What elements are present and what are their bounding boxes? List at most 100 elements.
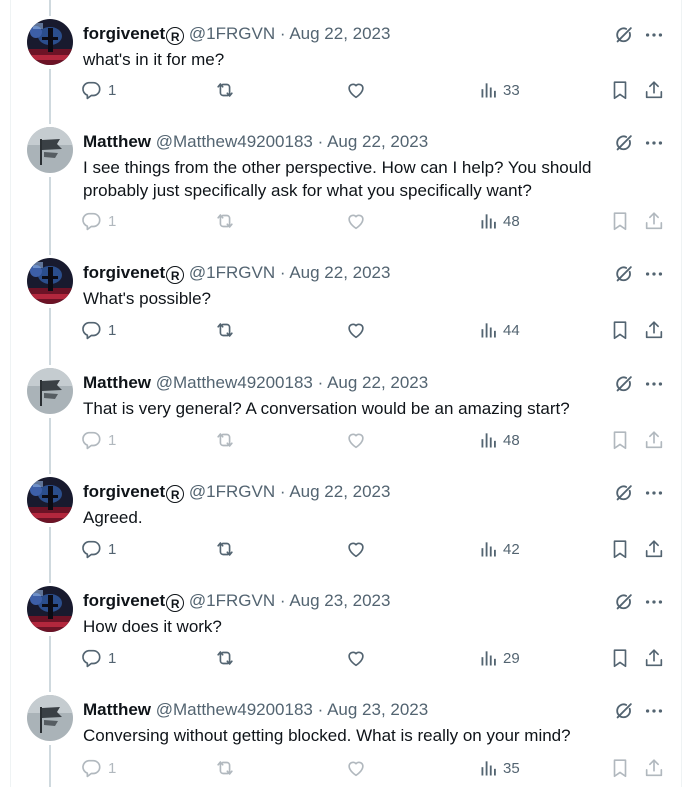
- like-button[interactable]: [345, 79, 367, 101]
- more-icon[interactable]: [643, 482, 665, 504]
- bookmark-button[interactable]: [609, 210, 631, 232]
- retweet-button[interactable]: [214, 319, 236, 341]
- tweet[interactable]: forgivenet R @1FRGVN · Aug 23, 2023 How do…: [0, 586, 684, 687]
- reply-button[interactable]: 1: [80, 538, 116, 560]
- more-icon[interactable]: [643, 263, 665, 285]
- reply-button[interactable]: 1: [80, 429, 116, 451]
- tweet-date[interactable]: · Aug 22, 2023: [318, 373, 429, 392]
- display-name[interactable]: Matthew: [83, 700, 151, 719]
- views-button[interactable]: 42: [479, 539, 520, 559]
- tweet-text: Conversing without getting blocked. What…: [83, 726, 571, 745]
- grok-icon[interactable]: [613, 24, 635, 46]
- views-button[interactable]: 35: [479, 758, 520, 778]
- display-name[interactable]: Matthew: [83, 373, 151, 392]
- user-handle[interactable]: @Matthew49200183: [156, 373, 313, 392]
- tweet-date[interactable]: · Aug 22, 2023: [318, 132, 429, 151]
- avatar[interactable]: [27, 477, 73, 523]
- reply-button[interactable]: 1: [80, 319, 116, 341]
- retweet-button[interactable]: [214, 647, 236, 669]
- user-handle[interactable]: @Matthew49200183: [156, 700, 313, 719]
- tweet-date[interactable]: · Aug 22, 2023: [280, 482, 391, 501]
- share-button[interactable]: [643, 538, 665, 560]
- like-button[interactable]: [345, 210, 367, 232]
- avatar[interactable]: [27, 586, 73, 632]
- display-name[interactable]: forgivenet: [83, 263, 165, 282]
- retweet-button[interactable]: [214, 79, 236, 101]
- like-button[interactable]: [345, 647, 367, 669]
- tweet-date[interactable]: · Aug 22, 2023: [280, 24, 391, 43]
- more-icon[interactable]: [643, 132, 665, 154]
- retweet-button[interactable]: [214, 210, 236, 232]
- share-button[interactable]: [643, 210, 665, 232]
- retweet-button[interactable]: [214, 757, 236, 779]
- display-name[interactable]: forgivenet: [83, 591, 165, 610]
- avatar[interactable]: [27, 695, 73, 741]
- tweet-date[interactable]: · Aug 22, 2023: [280, 263, 391, 282]
- bookmark-button[interactable]: [609, 319, 631, 341]
- user-handle[interactable]: @Matthew49200183: [156, 132, 313, 151]
- more-icon[interactable]: [643, 24, 665, 46]
- heart-icon: [345, 647, 367, 669]
- reply-button[interactable]: 1: [80, 647, 116, 669]
- grok-icon[interactable]: [613, 263, 635, 285]
- tweet-header: Matthew @Matthew49200183 · Aug 22, 2023: [83, 373, 428, 393]
- share-button[interactable]: [643, 647, 665, 669]
- more-icon[interactable]: [643, 591, 665, 613]
- retweet-icon: [214, 319, 236, 341]
- views-button[interactable]: 48: [479, 211, 520, 231]
- tweet[interactable]: Matthew @Matthew49200183 · Aug 22, 2023 T…: [0, 368, 684, 469]
- avatar[interactable]: [27, 19, 73, 65]
- bookmark-button[interactable]: [609, 647, 631, 669]
- tweet-text: I see things from the other perspective.…: [83, 158, 592, 200]
- tweet[interactable]: forgivenet R @1FRGVN · Aug 22, 2023 what's…: [0, 19, 684, 120]
- like-button[interactable]: [345, 757, 367, 779]
- avatar[interactable]: [27, 368, 73, 414]
- tweet-text: That is very general? A conversation wou…: [83, 399, 570, 418]
- display-name[interactable]: forgivenet: [83, 482, 165, 501]
- like-button[interactable]: [345, 319, 367, 341]
- bookmark-button[interactable]: [609, 79, 631, 101]
- tweet-text: Agreed.: [83, 508, 143, 527]
- bookmark-button[interactable]: [609, 538, 631, 560]
- views-button[interactable]: 33: [479, 80, 520, 100]
- share-button[interactable]: [643, 429, 665, 451]
- user-handle[interactable]: @1FRGVN: [189, 24, 275, 43]
- reply-button[interactable]: 1: [80, 79, 116, 101]
- share-button[interactable]: [643, 79, 665, 101]
- tweet[interactable]: Matthew @Matthew49200183 · Aug 23, 2023 C…: [0, 695, 684, 796]
- grok-icon[interactable]: [613, 373, 635, 395]
- reply-button[interactable]: 1: [80, 210, 116, 232]
- retweet-button[interactable]: [214, 538, 236, 560]
- more-icon[interactable]: [643, 373, 665, 395]
- share-button[interactable]: [643, 319, 665, 341]
- grok-icon[interactable]: [613, 591, 635, 613]
- reply-button[interactable]: 1: [80, 757, 116, 779]
- like-button[interactable]: [345, 429, 367, 451]
- grok-icon[interactable]: [613, 700, 635, 722]
- tweet[interactable]: forgivenet R @1FRGVN · Aug 22, 2023 What's…: [0, 258, 684, 359]
- tweet-date[interactable]: · Aug 23, 2023: [318, 700, 429, 719]
- tweet[interactable]: forgivenet R @1FRGVN · Aug 22, 2023 Agreed…: [0, 477, 684, 578]
- display-name[interactable]: Matthew: [83, 132, 151, 151]
- grok-icon[interactable]: [613, 482, 635, 504]
- user-handle[interactable]: @1FRGVN: [189, 591, 275, 610]
- bookmark-button[interactable]: [609, 429, 631, 451]
- grok-icon[interactable]: [613, 132, 635, 154]
- avatar[interactable]: [27, 127, 73, 173]
- views-button[interactable]: 29: [479, 648, 520, 668]
- avatar[interactable]: [27, 258, 73, 304]
- views-button[interactable]: 44: [479, 320, 520, 340]
- tweet[interactable]: Matthew @Matthew49200183 · Aug 22, 2023 I…: [0, 127, 684, 231]
- user-handle[interactable]: @1FRGVN: [189, 482, 275, 501]
- user-handle[interactable]: @1FRGVN: [189, 263, 275, 282]
- views-button[interactable]: 48: [479, 430, 520, 450]
- share-button[interactable]: [643, 757, 665, 779]
- bookmark-button[interactable]: [609, 757, 631, 779]
- display-name[interactable]: forgivenet: [83, 24, 165, 43]
- views-count: 29: [503, 649, 520, 667]
- more-icon[interactable]: [643, 700, 665, 722]
- tweet-date[interactable]: · Aug 23, 2023: [280, 591, 391, 610]
- tweet-header: forgivenet R @1FRGVN · Aug 22, 2023: [83, 482, 390, 503]
- like-button[interactable]: [345, 538, 367, 560]
- retweet-button[interactable]: [214, 429, 236, 451]
